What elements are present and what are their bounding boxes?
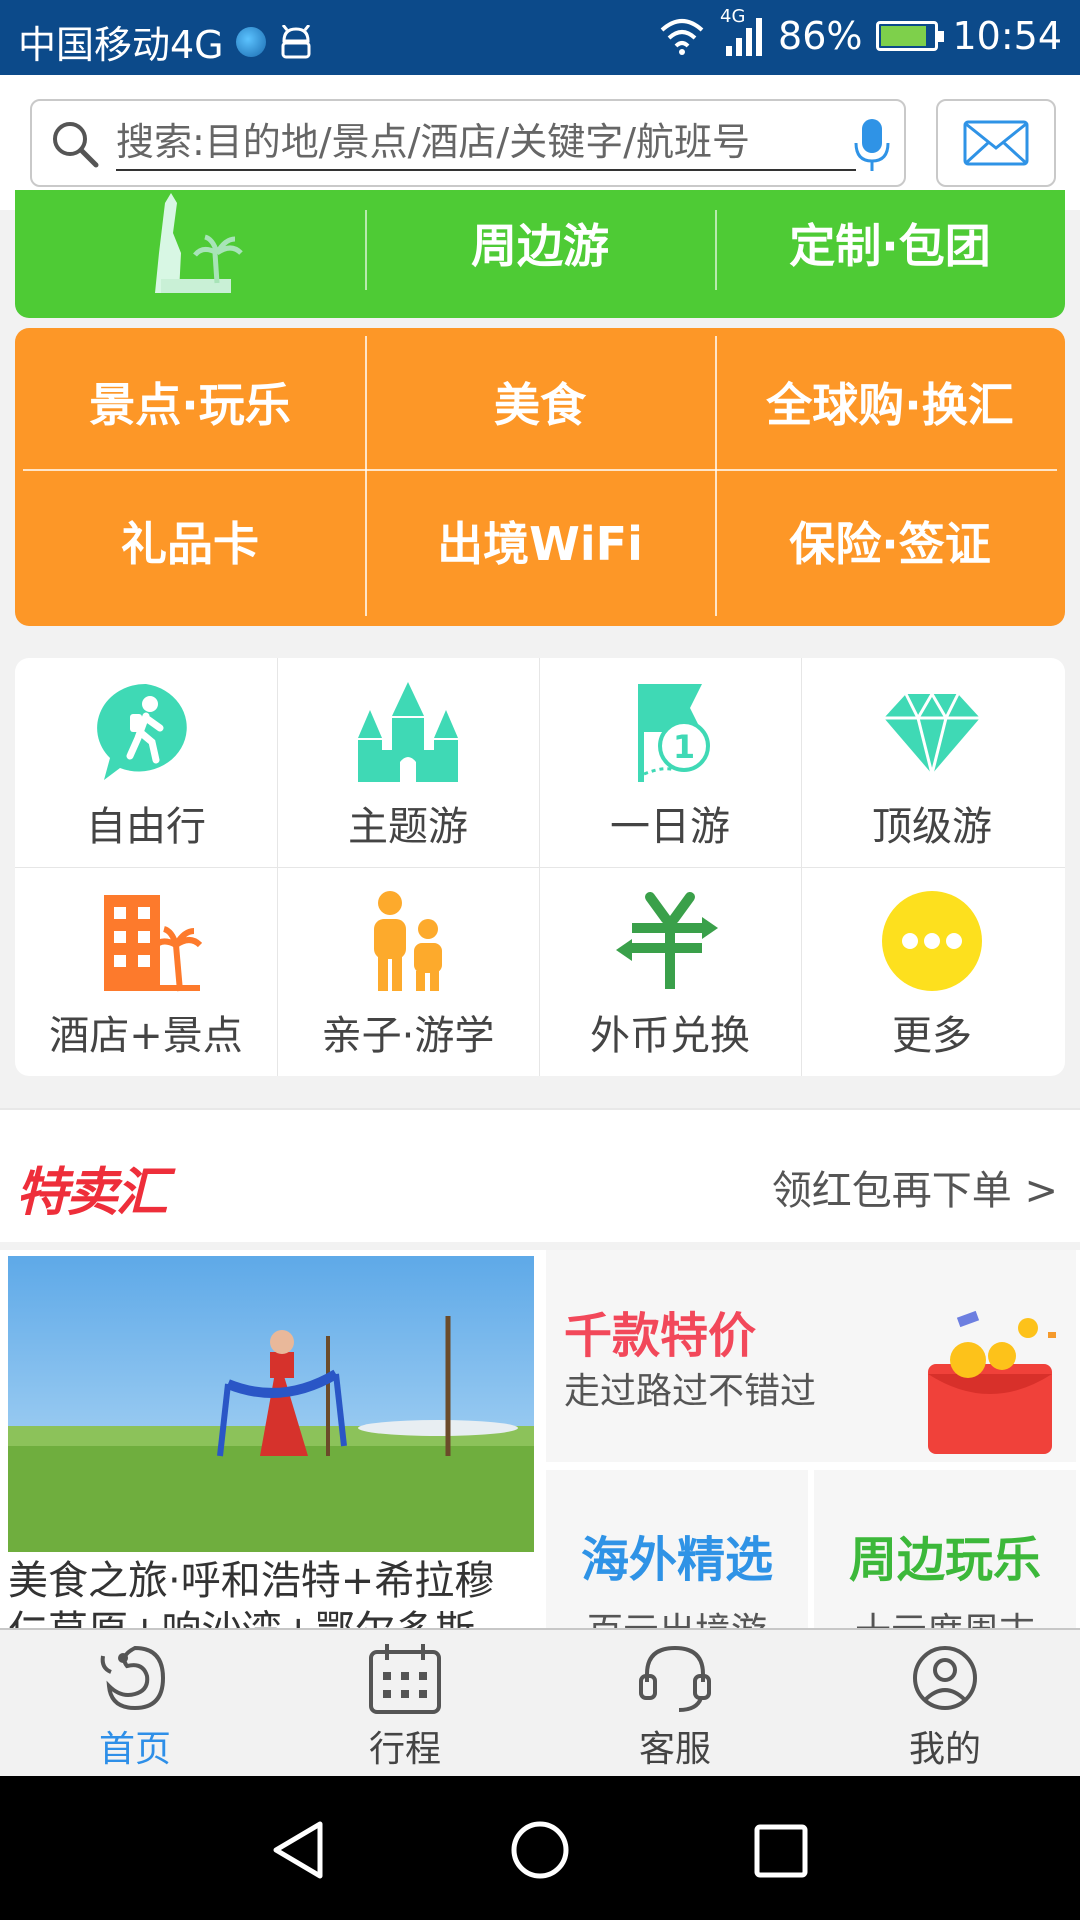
cell-signal-icon: 4G (720, 6, 764, 56)
grid-item-label: 更多 (892, 1013, 972, 1059)
calendar-icon (369, 1644, 441, 1714)
battery-icon (876, 21, 945, 51)
deal-card-title: 千款特价 (564, 1308, 757, 1364)
headset-icon (639, 1645, 711, 1712)
search-icon (53, 122, 99, 168)
user-icon (913, 1646, 977, 1710)
grid-item-label: 一日游 (610, 804, 730, 850)
recent-apps-icon[interactable] (754, 1824, 808, 1878)
orange-item-giftcard[interactable]: 礼品卡 (15, 473, 365, 608)
search-box[interactable]: 搜索:目的地/景点/酒店/关键字/航班号 (30, 99, 906, 187)
bottom-nav: 首页 行程 客服 我的 (0, 1628, 1080, 1776)
system-navigation-bar (0, 1776, 1080, 1920)
battery-percent: 86% (778, 14, 863, 58)
green-item-custom[interactable]: 定制·包团 (715, 190, 1065, 295)
grid-item-luxury-tour[interactable]: 顶级游 (801, 658, 1063, 866)
currency-exchange-icon (616, 892, 718, 989)
deal-card-special-price[interactable]: 千款特价 走过路过不错过 (546, 1250, 1076, 1462)
coupon-link[interactable]: 领红包再下单 > (772, 1158, 1058, 1216)
tab-customer-service[interactable]: 客服 (540, 1642, 810, 1778)
wifi-icon (660, 19, 704, 55)
back-icon[interactable] (270, 1820, 326, 1880)
orange-category-grid: 景点·玩乐 美食 全球购·换汇 礼品卡 出境WiFi 保险·签证 (15, 328, 1065, 626)
grid-item-label: 主题游 (348, 804, 468, 850)
deal-card-overseas[interactable]: 海外精选 百元出境游 (546, 1470, 808, 1652)
grid-item-day-tour[interactable]: 1 一日游 (539, 658, 801, 866)
clock: 10:54 (952, 14, 1062, 58)
grid-item-family-study[interactable]: 亲子·游学 (277, 867, 539, 1075)
orange-item-insurance[interactable]: 保险·签证 (715, 473, 1065, 608)
tab-label: 首页 (98, 1729, 171, 1770)
mail-icon (963, 120, 1029, 166)
statue-palm-icon[interactable] (15, 190, 365, 295)
grid-item-theme-tour[interactable]: 主题游 (277, 658, 539, 866)
deal-card-title: 周边玩乐 (848, 1532, 1041, 1588)
message-button[interactable] (936, 99, 1056, 187)
deal-card-nearby[interactable]: 周边玩乐 十元度周末 (814, 1470, 1076, 1652)
tab-home[interactable]: 首页 (0, 1642, 270, 1778)
microphone-icon[interactable] (850, 117, 894, 173)
deals-section: 特卖汇 领红包再下单 > 美食之旅·呼和浩特+希拉穆仁草原+响沙湾+鄂尔多斯 千… (0, 1108, 1080, 1652)
tab-label: 我的 (908, 1729, 981, 1770)
orange-item-food[interactable]: 美食 (365, 334, 715, 469)
home-icon[interactable] (510, 1820, 570, 1880)
deal-photo[interactable] (8, 1256, 534, 1552)
home-logo-icon (100, 1645, 166, 1711)
android-icon (281, 24, 311, 58)
carrier-label: 中国移动4G (18, 23, 224, 67)
tab-profile[interactable]: 我的 (810, 1642, 1080, 1778)
grid-item-label: 顶级游 (872, 804, 992, 850)
flag-one-icon: 1 (638, 684, 710, 782)
family-icon (374, 891, 442, 991)
svg-text:1: 1 (673, 728, 695, 766)
tab-itinerary[interactable]: 行程 (270, 1642, 540, 1778)
tab-label: 行程 (368, 1729, 441, 1770)
hiker-icon (97, 683, 187, 780)
deal-card-title: 海外精选 (580, 1532, 773, 1588)
green-category-row: 周边游 定制·包团 (15, 190, 1065, 318)
more-icon (882, 891, 982, 991)
red-envelope-icon (928, 1310, 1056, 1454)
icon-grid: 自由行 主题游 1 一日游 顶级游 酒店+景点 亲子·游学 外币兑换 更多 (15, 658, 1065, 1076)
grid-item-currency-exchange[interactable]: 外币兑换 (539, 867, 801, 1075)
hotel-palm-icon (104, 895, 202, 992)
grid-item-label: 自由行 (86, 804, 206, 850)
grid-item-label: 亲子·游学 (321, 1013, 495, 1059)
tab-label: 客服 (638, 1729, 711, 1770)
globe-icon (235, 26, 266, 57)
orange-item-attractions[interactable]: 景点·玩乐 (15, 334, 365, 469)
deal-card-subtitle: 走过路过不错过 (564, 1371, 817, 1412)
orange-item-wifi[interactable]: 出境WiFi (365, 473, 715, 608)
grid-item-hotel-attraction[interactable]: 酒店+景点 (15, 867, 277, 1075)
grid-item-free-travel[interactable]: 自由行 (15, 658, 277, 866)
grid-item-more[interactable]: 更多 (801, 867, 1063, 1075)
deal-photo-caption[interactable]: 美食之旅·呼和浩特+希拉穆仁草原+响沙湾+鄂尔多斯 (8, 1556, 534, 1630)
deals-logo: 特卖汇 (16, 1163, 168, 1223)
status-bar: 中国移动4G 4G 86% 10:54 (0, 0, 1080, 75)
orange-item-shopping[interactable]: 全球购·换汇 (715, 334, 1065, 469)
diamond-icon (884, 691, 980, 775)
grid-item-label: 酒店+景点 (49, 1013, 243, 1059)
green-item-nearby[interactable]: 周边游 (365, 190, 715, 295)
search-placeholder[interactable]: 搜索:目的地/景点/酒店/关键字/航班号 (116, 115, 856, 171)
grid-item-label: 外币兑换 (590, 1013, 750, 1059)
castle-icon (358, 682, 458, 782)
